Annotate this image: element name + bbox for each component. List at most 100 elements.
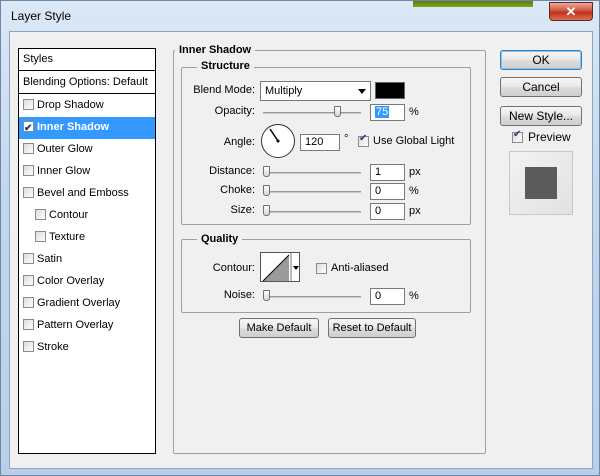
style-item-bevel-emboss[interactable]: Bevel and Emboss: [19, 183, 155, 205]
blend-mode-dropdown[interactable]: Multiply: [260, 81, 371, 101]
noise-label: Noise:: [223, 289, 255, 301]
opacity-value: 75: [375, 106, 390, 118]
distance-unit: px: [409, 166, 421, 178]
style-item-label: Inner Shadow: [37, 121, 110, 133]
distance-value: 1: [375, 166, 382, 178]
make-default-button[interactable]: Make Default: [239, 318, 319, 338]
angle-needle-icon: [269, 128, 280, 143]
styles-header[interactable]: Styles: [19, 49, 155, 71]
style-item-contour[interactable]: Contour: [19, 205, 155, 227]
new-style-button[interactable]: New Style...: [500, 106, 582, 126]
noise-input[interactable]: 0: [370, 288, 405, 305]
blend-mode-value: Multiply: [265, 85, 303, 97]
inner-glow-checkbox[interactable]: [23, 165, 34, 176]
style-item-inner-shadow[interactable]: Inner Shadow: [19, 117, 155, 139]
opacity-slider-track[interactable]: [263, 112, 361, 114]
distance-slider-thumb[interactable]: [263, 166, 270, 177]
opacity-unit: %: [409, 106, 419, 118]
noise-slider-thumb[interactable]: [263, 290, 270, 301]
noise-slider-track[interactable]: [263, 296, 361, 298]
size-unit: px: [409, 205, 421, 217]
inner-shadow-checkbox[interactable]: [23, 118, 34, 139]
window-title: Layer Style: [11, 9, 72, 23]
style-item-pattern-overlay[interactable]: Pattern Overlay: [19, 315, 155, 337]
satin-checkbox[interactable]: [23, 253, 34, 264]
stroke-checkbox[interactable]: [23, 341, 34, 352]
style-item-satin[interactable]: Satin: [19, 249, 155, 271]
blending-options-item[interactable]: Blending Options: Default: [19, 72, 155, 94]
style-item-gradient-overlay[interactable]: Gradient Overlay: [19, 293, 155, 315]
style-item-label: Stroke: [37, 341, 69, 353]
choke-unit: %: [409, 185, 419, 197]
style-item-label: Satin: [37, 253, 63, 265]
choke-input[interactable]: 0: [370, 183, 405, 200]
angle-value: 120: [305, 136, 324, 148]
choke-slider-track[interactable]: [263, 191, 361, 193]
distance-slider-track[interactable]: [263, 172, 361, 174]
quality-title: Quality: [197, 233, 243, 245]
style-item-drop-shadow[interactable]: Drop Shadow: [19, 95, 155, 117]
ok-button[interactable]: OK: [500, 50, 582, 70]
outer-glow-checkbox[interactable]: [23, 143, 34, 154]
choke-slider-thumb[interactable]: [263, 185, 270, 196]
reset-to-default-button[interactable]: Reset to Default: [328, 318, 416, 338]
style-item-texture[interactable]: Texture: [19, 227, 155, 249]
style-item-stroke[interactable]: Stroke: [19, 337, 155, 359]
pattern-overlay-checkbox[interactable]: [23, 319, 34, 330]
layer-style-dialog: Layer Style ✕ Styles Blending Options: D…: [0, 0, 600, 476]
size-input[interactable]: 0: [370, 203, 405, 220]
style-item-label: Contour: [49, 209, 89, 221]
close-button[interactable]: ✕: [549, 2, 593, 21]
anti-aliased-checkbox[interactable]: [316, 263, 327, 274]
contour-picker[interactable]: [260, 252, 300, 282]
contour-label: Contour:: [212, 262, 255, 274]
contour-checkbox[interactable]: [35, 209, 46, 220]
noise-unit: %: [409, 290, 419, 302]
size-label: Size:: [230, 204, 255, 216]
opacity-slider-thumb[interactable]: [334, 106, 341, 117]
choke-label: Choke:: [220, 184, 255, 196]
style-item-label: Color Overlay: [37, 275, 105, 287]
cancel-button[interactable]: Cancel: [500, 77, 582, 97]
blend-mode-label: Blend Mode:: [193, 84, 255, 96]
size-slider-thumb[interactable]: [263, 205, 270, 216]
style-item-label: Bevel and Emboss: [37, 187, 129, 199]
title-bar[interactable]: Layer Style ✕: [1, 1, 599, 31]
preview-label[interactable]: Preview: [528, 130, 571, 144]
drop-shadow-checkbox[interactable]: [23, 99, 34, 110]
style-item-outer-glow[interactable]: Outer Glow: [19, 139, 155, 161]
angle-degree-unit: °: [344, 133, 349, 145]
color-overlay-checkbox[interactable]: [23, 275, 34, 286]
anti-aliased-label[interactable]: Anti-aliased: [331, 262, 388, 274]
noise-value: 0: [375, 290, 382, 302]
style-item-label: Drop Shadow: [37, 99, 104, 111]
angle-dial[interactable]: [261, 124, 295, 158]
angle-input[interactable]: 120: [300, 134, 340, 151]
use-global-light-label[interactable]: Use Global Light: [373, 135, 454, 147]
style-item-color-overlay[interactable]: Color Overlay: [19, 271, 155, 293]
dialog-client: Styles Blending Options: Default Drop Sh…: [9, 31, 593, 469]
choke-value: 0: [375, 185, 382, 197]
texture-checkbox[interactable]: [35, 231, 46, 242]
close-icon: ✕: [565, 4, 577, 19]
opacity-label: Opacity:: [214, 105, 255, 117]
shadow-color-swatch[interactable]: [375, 82, 405, 99]
bevel-emboss-checkbox[interactable]: [23, 187, 34, 198]
preview-checkbox[interactable]: [512, 129, 523, 143]
styles-list: Styles Blending Options: Default Drop Sh…: [18, 48, 156, 454]
use-global-light-checkbox[interactable]: [358, 133, 369, 147]
distance-input[interactable]: 1: [370, 164, 405, 181]
angle-label: Angle:: [223, 136, 255, 148]
quality-group: [181, 239, 471, 313]
style-item-label: Inner Glow: [37, 165, 91, 177]
style-item-label: Pattern Overlay: [37, 319, 114, 331]
structure-title: Structure: [197, 60, 254, 72]
style-item-label: Texture: [49, 231, 86, 243]
inner-shadow-title: Inner Shadow: [175, 44, 256, 56]
size-slider-track[interactable]: [263, 211, 361, 213]
style-item-inner-glow[interactable]: Inner Glow: [19, 161, 155, 183]
style-item-label: Gradient Overlay: [37, 297, 121, 309]
distance-label: Distance:: [209, 165, 255, 177]
opacity-input[interactable]: 75: [370, 104, 405, 121]
gradient-overlay-checkbox[interactable]: [23, 297, 34, 308]
